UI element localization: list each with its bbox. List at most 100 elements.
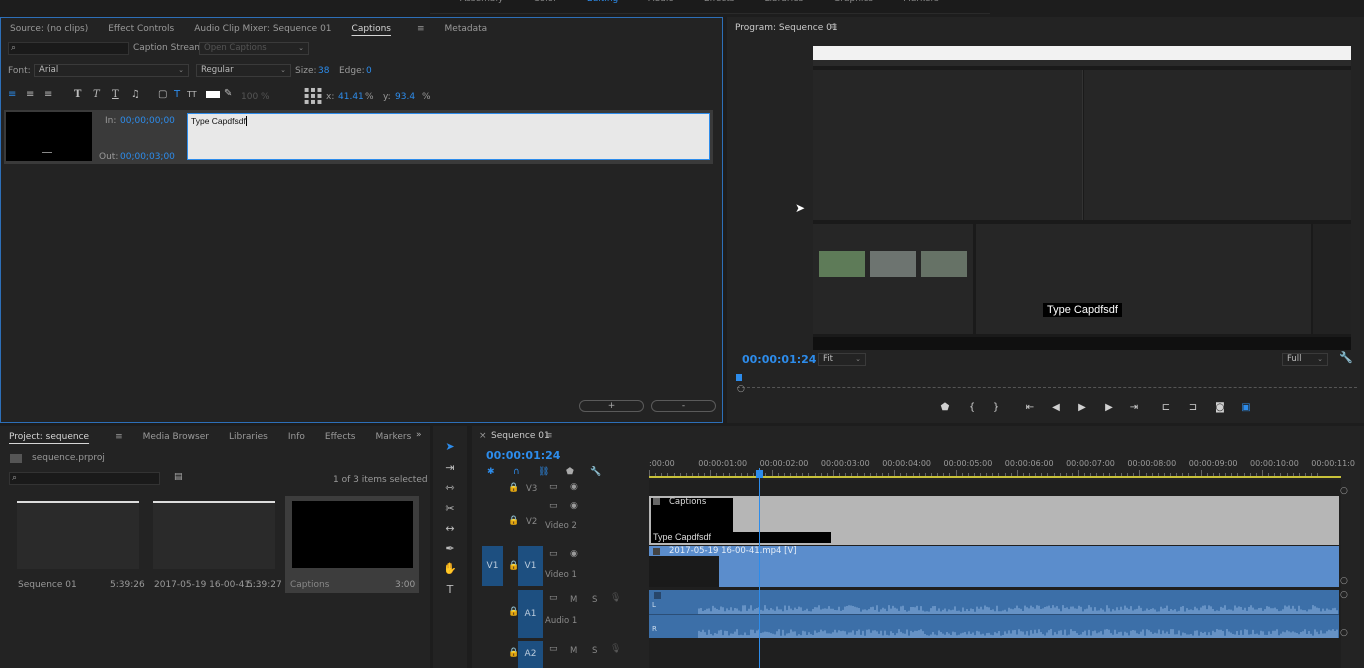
track-v1-target[interactable]: V1 — [518, 546, 543, 586]
timeline-tab[interactable]: Sequence 01 — [491, 431, 550, 441]
background-box-icon[interactable]: ▢ — [158, 90, 167, 100]
workspace-tab-editing[interactable]: Editing — [587, 0, 618, 4]
out-timecode[interactable]: 00;00;03;00 — [120, 152, 175, 162]
caption-search-input[interactable]: ⌕ — [8, 42, 129, 55]
workspace-tab-markers[interactable]: Markers — [903, 0, 939, 4]
add-marker-icon[interactable]: ⬟ — [937, 402, 953, 413]
lock-icon[interactable]: 🔒 — [508, 483, 519, 493]
workspace-tab-effects[interactable]: Effects — [704, 0, 735, 4]
eye-icon[interactable]: ◉ — [570, 482, 578, 492]
linked-selection-icon[interactable]: ⛓ — [538, 467, 549, 477]
y-value[interactable]: 93.4 — [395, 92, 415, 102]
workspace-tab-graphics[interactable]: Graphics — [833, 0, 873, 4]
microphone-icon[interactable]: 🎙 — [610, 593, 621, 603]
font-select[interactable]: Arial ⌄ — [34, 64, 189, 77]
wrench-icon[interactable]: 🔧 — [1339, 351, 1353, 364]
time-ruler[interactable]: :00:00 00:00:01:00 00:00:02:00 00:00:03:00 0… — [649, 456, 1355, 478]
text-outline-icon[interactable]: TT — [187, 90, 197, 100]
fit-select[interactable]: Fit ⌄ — [818, 353, 866, 366]
align-right-icon[interactable]: ≡ — [44, 90, 52, 100]
lift-icon[interactable]: ⊏ — [1158, 402, 1174, 413]
sync-icon[interactable]: ▭ — [549, 482, 558, 492]
track-area[interactable]: Captions Type Capdfsdf 2017-05-19 16-00-… — [649, 468, 1341, 668]
sync-icon[interactable]: ▭ — [549, 549, 558, 559]
audio-clip[interactable]: L R — [649, 590, 1339, 638]
remove-caption-button[interactable]: - — [651, 400, 716, 412]
camera-icon[interactable]: ◙ — [1212, 402, 1228, 413]
project-search-input[interactable]: ⌕ — [9, 472, 160, 485]
extract-icon[interactable]: ⊐ — [1185, 402, 1201, 413]
scroll-handle-icon[interactable]: ○ — [1340, 576, 1348, 586]
video-clip[interactable]: 2017-05-19 16-00-41.mp4 [V] — [649, 546, 1339, 587]
program-playhead[interactable] — [736, 374, 742, 381]
timeline-playhead-handle[interactable] — [756, 470, 763, 478]
type-tool-icon[interactable]: T — [442, 583, 458, 596]
play-icon[interactable]: ▶ — [1074, 402, 1090, 413]
hand-tool-icon[interactable]: ✋ — [442, 562, 458, 575]
scroll-handle-icon[interactable]: ○ — [1340, 486, 1348, 496]
tab-project-sequence[interactable]: Project: sequence — [9, 432, 89, 442]
eye-icon[interactable]: ◉ — [570, 501, 578, 511]
timeline-menu-icon[interactable]: ≡ — [545, 431, 553, 441]
solo-button[interactable]: S — [592, 595, 597, 605]
caption-text-field[interactable]: Type Capdfsdf — [187, 113, 710, 160]
source-patch-v1[interactable]: V1 — [482, 546, 503, 586]
eye-icon[interactable]: ◉ — [570, 549, 578, 559]
mute-button[interactable]: M — [570, 595, 577, 605]
text-color-icon[interactable]: T — [174, 90, 180, 100]
size-value[interactable]: 38 — [318, 66, 329, 76]
add-caption-button[interactable]: + — [579, 400, 644, 412]
position-grid-icon[interactable]: ▪▪▪ ▪▪▪ ▪▪▪ — [304, 86, 323, 106]
program-scrubber[interactable] — [737, 374, 1357, 388]
track-select-tool-icon[interactable]: ⇥ — [442, 461, 458, 474]
align-left-icon[interactable]: ≡ — [8, 90, 16, 100]
step-back-icon[interactable]: ◀ — [1048, 402, 1064, 413]
tab-media-browser[interactable]: Media Browser — [143, 432, 209, 442]
mark-in-icon[interactable]: { — [964, 402, 980, 413]
vertical-scrollbar[interactable]: ○ ○ ○ ○ — [1340, 486, 1348, 666]
opacity-value[interactable]: 100 — [241, 92, 258, 102]
microphone-icon[interactable]: 🎙 — [610, 644, 621, 654]
caption-clip[interactable]: Captions Type Capdfsdf — [649, 496, 1339, 545]
selection-tool-icon[interactable]: ➤ — [442, 440, 458, 453]
solo-button[interactable]: S — [592, 646, 597, 656]
tab-effects[interactable]: Effects — [325, 432, 356, 442]
project-item[interactable]: 2017-05-19 16-00-41.... 5:39:27 — [150, 498, 282, 593]
bold-icon[interactable]: T — [74, 90, 81, 100]
tab-libraries[interactable]: Libraries — [229, 432, 268, 442]
nest-icon[interactable]: ✱ — [487, 467, 495, 477]
button-editor-icon[interactable]: ▣ — [1238, 402, 1254, 413]
wrench-icon[interactable]: 🔧 — [590, 467, 601, 477]
tab-captions[interactable]: Captions — [352, 24, 391, 34]
sync-icon[interactable]: ▭ — [549, 644, 558, 654]
ripple-edit-tool-icon[interactable]: ⇿ — [442, 481, 458, 494]
in-timecode[interactable]: 00;00;00;00 — [120, 116, 175, 126]
caption-row[interactable]: In: 00;00;00;00 Out: 00;00;03;00 Type Ca… — [4, 110, 713, 164]
timeline-playhead[interactable] — [759, 468, 760, 668]
tab-effect-controls[interactable]: Effect Controls — [108, 24, 174, 34]
snap-icon[interactable]: ∩ — [513, 467, 520, 477]
program-menu-icon[interactable]: ≡ — [830, 22, 838, 32]
edge-value[interactable]: 0 — [366, 66, 372, 76]
track-a1-target[interactable]: A1 — [518, 590, 543, 638]
underline-icon[interactable]: T — [112, 90, 119, 100]
eyedropper-icon[interactable]: ✎ — [224, 89, 232, 99]
tab-markers[interactable]: Markers — [376, 432, 412, 442]
pen-tool-icon[interactable]: ✒ — [442, 542, 458, 555]
tab-source-no-clips[interactable]: Source: (no clips) — [10, 24, 88, 34]
program-timecode[interactable]: 00:00:01:24 — [742, 353, 816, 366]
scroll-handle-icon[interactable]: ○ — [1340, 628, 1348, 638]
caption-stream-select[interactable]: Open Captions ⌄ — [199, 42, 309, 55]
step-forward-icon[interactable]: ▶ — [1101, 402, 1117, 413]
close-icon[interactable]: × — [479, 431, 487, 441]
workspace-tab-assembly[interactable]: Assembly — [460, 0, 503, 4]
tab-info[interactable]: Info — [288, 432, 305, 442]
razor-tool-icon[interactable]: ✂ — [442, 502, 458, 515]
panel-menu-icon[interactable]: ≡ — [115, 432, 123, 442]
align-center-icon[interactable]: ≡ — [26, 90, 34, 100]
go-to-in-icon[interactable]: ⇤ — [1022, 402, 1038, 413]
project-item-selected[interactable]: Captions 3:00 — [285, 496, 419, 593]
slip-tool-icon[interactable]: ↔ — [442, 522, 458, 535]
quality-select[interactable]: Full ⌄ — [1282, 353, 1328, 366]
workspace-tab-libraries[interactable]: Libraries — [764, 0, 803, 4]
